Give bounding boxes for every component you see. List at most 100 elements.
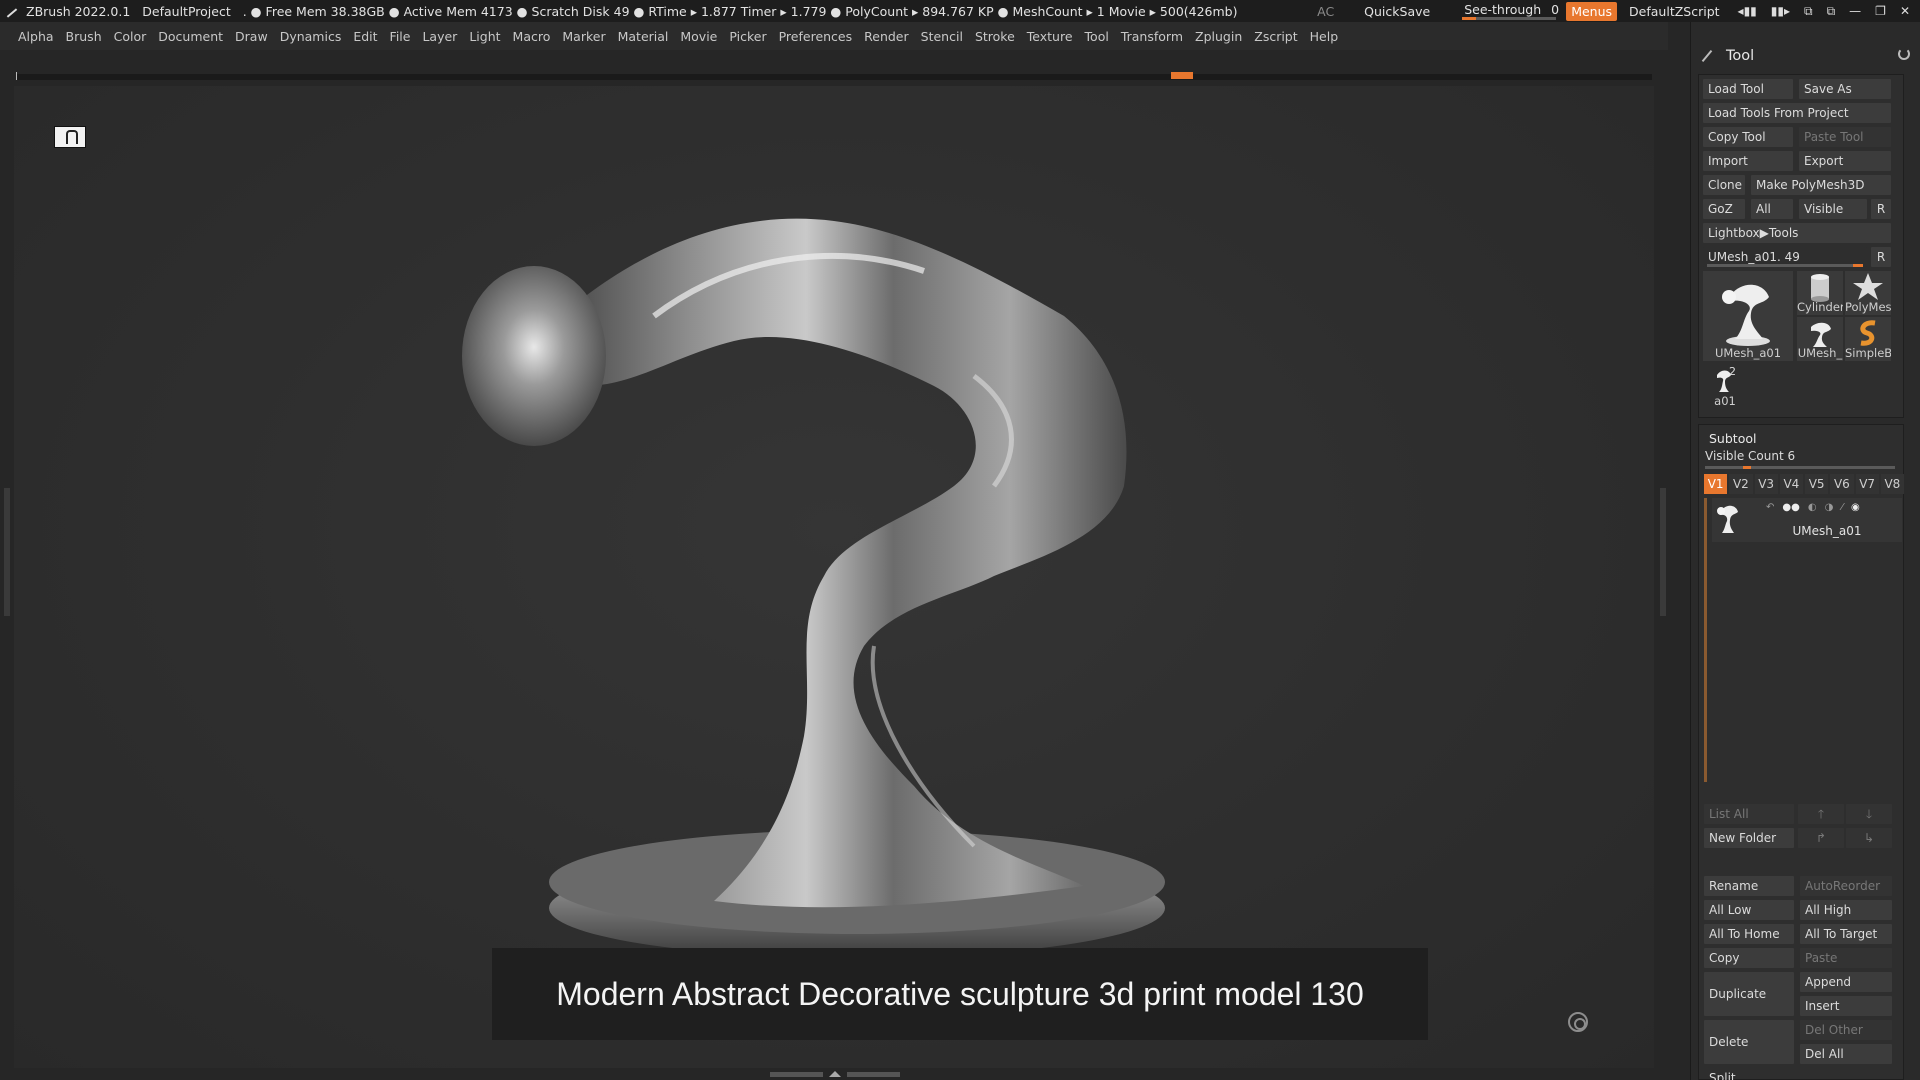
menu-zscript[interactable]: Zscript — [1248, 29, 1303, 44]
folder-nest-icon[interactable]: ↳ — [1846, 828, 1892, 848]
del-other-button[interactable]: Del Other — [1800, 1020, 1892, 1040]
visibility-tab-v5[interactable]: V5 — [1805, 474, 1829, 494]
subtool-list-scrollbar[interactable] — [1704, 498, 1707, 782]
menu-edit[interactable]: Edit — [347, 29, 383, 44]
menu-file[interactable]: File — [384, 29, 417, 44]
menu-alpha[interactable]: Alpha — [12, 29, 60, 44]
menu-texture[interactable]: Texture — [1021, 29, 1079, 44]
minimize-icon[interactable]: — — [1849, 4, 1861, 19]
duplicate-button[interactable]: Duplicate — [1704, 972, 1794, 1016]
insert-button[interactable]: Insert — [1800, 996, 1892, 1016]
append-button[interactable]: Append — [1800, 972, 1892, 992]
menu-marker[interactable]: Marker — [556, 29, 611, 44]
restore-icon[interactable]: ❐ — [1875, 4, 1886, 19]
move-up-button[interactable]: 🡑 — [1798, 804, 1844, 824]
tool-thumb-a01[interactable]: 2 a01 — [1703, 365, 1747, 409]
menu-transform[interactable]: Transform — [1115, 29, 1189, 44]
visibility-tab-v2[interactable]: V2 — [1729, 474, 1753, 494]
lightbox-tools-button[interactable]: Lightbox▶Tools — [1703, 223, 1891, 243]
tool-thumb-umesh-main[interactable]: UMesh_a01 — [1703, 271, 1793, 361]
paste-tool-button[interactable]: Paste Tool — [1799, 127, 1891, 147]
tool-thumb-cylinder[interactable]: Cylinder — [1797, 271, 1843, 315]
layout-right-icon[interactable]: ▮▮▸ — [1771, 4, 1790, 19]
menu-stencil[interactable]: Stencil — [915, 29, 969, 44]
visibility-tab-v7[interactable]: V7 — [1855, 474, 1879, 494]
goz-r-button[interactable]: R — [1871, 199, 1891, 219]
right-tray-handle[interactable] — [1660, 488, 1666, 616]
clone-button[interactable]: Clone — [1703, 175, 1745, 195]
visibility-tab-v4[interactable]: V4 — [1779, 474, 1803, 494]
all-to-target-button[interactable]: All To Target — [1800, 924, 1892, 944]
menu-material[interactable]: Material — [612, 29, 675, 44]
rename-button[interactable]: Rename — [1704, 876, 1794, 896]
menus-toggle-button[interactable]: Menus — [1566, 1, 1618, 21]
split-button[interactable]: Split — [1704, 1068, 1892, 1080]
refresh-icon[interactable] — [1898, 48, 1910, 60]
menu-zplugin[interactable]: Zplugin — [1189, 29, 1248, 44]
visible-count-slider[interactable]: Visible Count 6 — [1705, 449, 1795, 463]
list-all-button[interactable]: List All — [1704, 804, 1794, 824]
new-folder-button[interactable]: New Folder — [1704, 828, 1794, 848]
menu-brush[interactable]: Brush — [60, 29, 108, 44]
layout-left-icon[interactable]: ◂▮▮ — [1738, 4, 1757, 19]
eye-icon[interactable]: ◉ — [1851, 502, 1860, 513]
all-low-button[interactable]: All Low — [1704, 900, 1794, 920]
viewport-canvas[interactable]: Modern Abstract Decorative sculpture 3d … — [14, 86, 1654, 1068]
toggle-icon[interactable]: ●● — [1782, 502, 1799, 513]
menu-draw[interactable]: Draw — [229, 29, 274, 44]
seethrough-slider[interactable]: See-through 0 — [1458, 0, 1562, 22]
tool-thumb-simplebrush[interactable]: SimpleB — [1845, 317, 1891, 361]
delete-button[interactable]: Delete — [1704, 1020, 1794, 1064]
tool-thumb-umesh-small[interactable]: UMesh_ — [1797, 317, 1843, 361]
all-to-home-button[interactable]: All To Home — [1704, 924, 1794, 944]
menu-document[interactable]: Document — [152, 29, 229, 44]
goz-button[interactable]: GoZ — [1703, 199, 1745, 219]
load-tools-from-project-button[interactable]: Load Tools From Project — [1703, 103, 1891, 123]
left-tray-handle[interactable] — [4, 488, 10, 616]
folder-redirect-icon[interactable]: ↱ — [1798, 828, 1844, 848]
menu-light[interactable]: Light — [463, 29, 506, 44]
paste-button[interactable]: Paste — [1800, 948, 1892, 968]
menu-tool[interactable]: Tool — [1079, 29, 1115, 44]
copy-button[interactable]: Copy — [1704, 948, 1794, 968]
brush-icon[interactable]: ⁄ — [1841, 502, 1843, 513]
circle-icon[interactable]: ◑ — [1825, 502, 1834, 513]
menu-dynamics[interactable]: Dynamics — [274, 29, 348, 44]
tool-palette-header[interactable]: Tool — [1690, 44, 1912, 68]
quicksave-button[interactable]: QuickSave — [1356, 4, 1438, 19]
import-button[interactable]: Import — [1703, 151, 1793, 171]
close-icon[interactable]: ✕ — [1900, 4, 1910, 19]
bottom-tray-handle[interactable] — [770, 1070, 900, 1078]
timeline-marker[interactable] — [1171, 72, 1193, 79]
current-tool-r-button[interactable]: R — [1871, 247, 1891, 267]
menu-movie[interactable]: Movie — [674, 29, 723, 44]
layout-swap-icon[interactable]: ⧉ — [1804, 4, 1813, 19]
subtool-title[interactable]: Subtool — [1709, 431, 1756, 446]
half-circle-icon[interactable]: ◐ — [1808, 502, 1817, 513]
copy-tool-button[interactable]: Copy Tool — [1703, 127, 1793, 147]
menu-macro[interactable]: Macro — [507, 29, 557, 44]
visibility-tab-v1[interactable]: V1 — [1704, 474, 1728, 494]
load-tool-button[interactable]: Load Tool — [1703, 79, 1793, 99]
goz-all-button[interactable]: All — [1751, 199, 1793, 219]
perspective-icon[interactable] — [1568, 1012, 1588, 1032]
layout-float-icon[interactable]: ⧉ — [1827, 4, 1836, 19]
pin-icon[interactable] — [1700, 49, 1714, 63]
del-all-button[interactable]: Del All — [1800, 1044, 1892, 1064]
project-name[interactable]: DefaultProject — [136, 4, 236, 19]
menu-picker[interactable]: Picker — [723, 29, 772, 44]
tool-thumb-polymesh[interactable]: PolyMes — [1845, 271, 1891, 315]
menu-preferences[interactable]: Preferences — [773, 29, 859, 44]
menu-render[interactable]: Render — [858, 29, 915, 44]
all-high-button[interactable]: All High — [1800, 900, 1892, 920]
menu-help[interactable]: Help — [1304, 29, 1345, 44]
visibility-tab-v6[interactable]: V6 — [1830, 474, 1854, 494]
arrow-icon[interactable]: ↶ — [1766, 502, 1774, 513]
menu-color[interactable]: Color — [108, 29, 153, 44]
default-zscript-button[interactable]: DefaultZScript — [1621, 4, 1728, 19]
visibility-tab-v3[interactable]: V3 — [1754, 474, 1778, 494]
subtool-item[interactable]: ↶ ●● ◐ ◑ ⁄ ◉ UMesh_a01 — [1712, 498, 1902, 542]
ac-button[interactable]: AC — [1309, 4, 1342, 19]
move-down-button[interactable]: 🡓 — [1846, 804, 1892, 824]
menu-stroke[interactable]: Stroke — [969, 29, 1021, 44]
